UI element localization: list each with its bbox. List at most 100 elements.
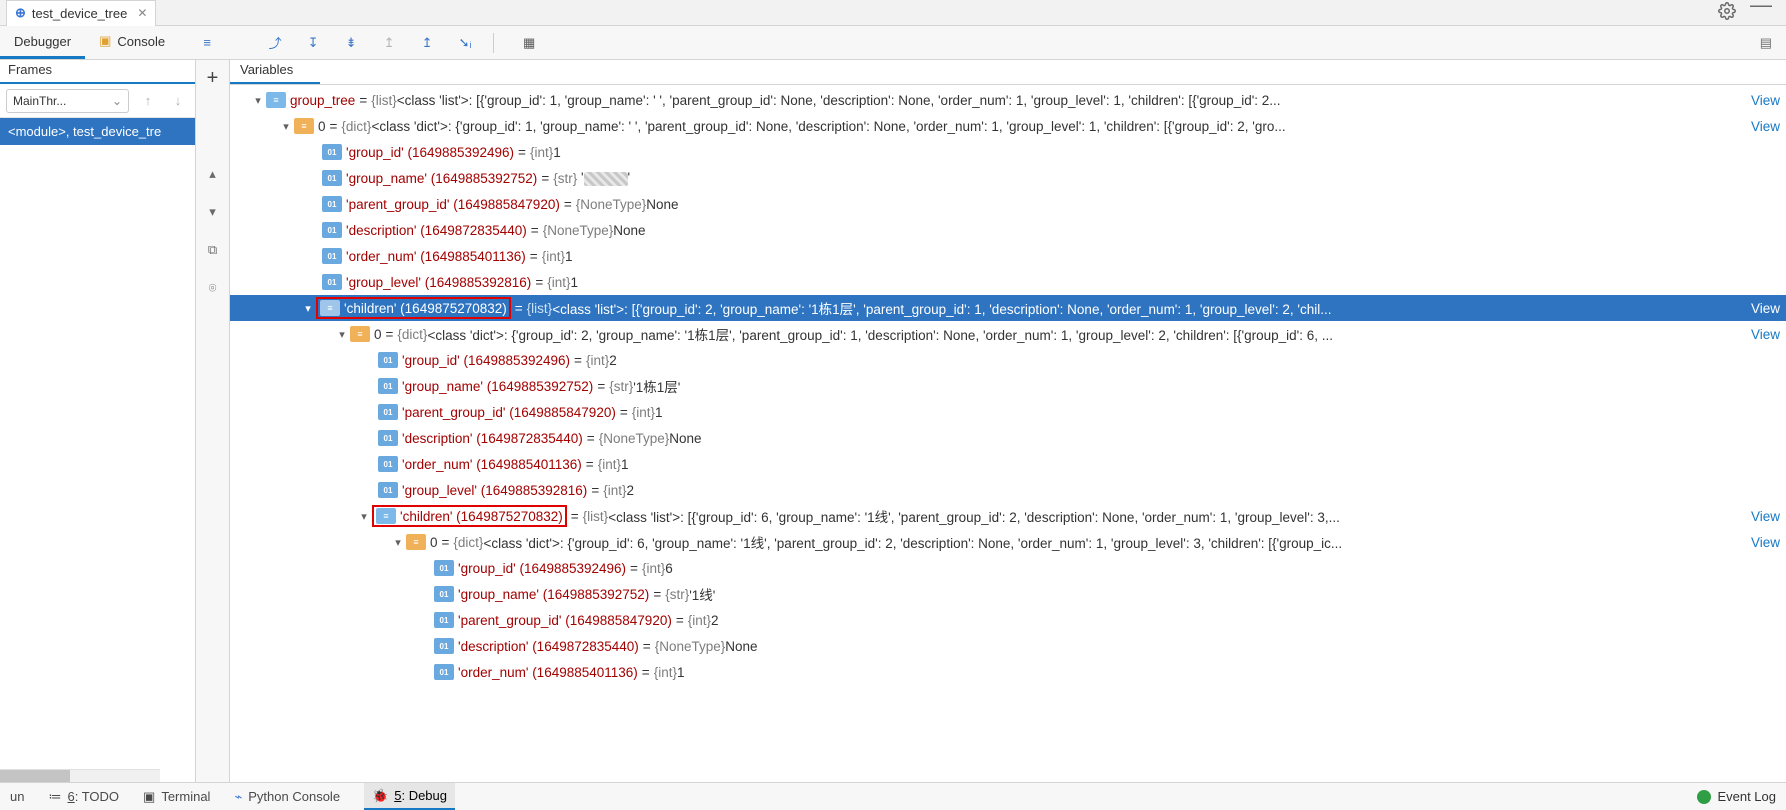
tab-debugger[interactable]: Debugger [0, 26, 85, 59]
view-link[interactable]: View [1751, 535, 1786, 550]
chevron-down-icon[interactable]: ▾ [278, 120, 294, 133]
frame-row[interactable]: <module>, test_device_tre [0, 118, 195, 145]
tab-debugger-label: Debugger [14, 34, 71, 49]
literal-icon: 01 [378, 456, 398, 472]
var-order-num-2[interactable]: 01 'order_num' (1649885401136) = {int} 1 [230, 451, 1786, 477]
view-link[interactable]: View [1751, 119, 1786, 134]
restore-layout-icon[interactable]: ≡ [197, 33, 217, 53]
down-arrow-icon[interactable]: ▾ [203, 202, 223, 222]
step-over-icon[interactable]: ⤴ [265, 33, 285, 53]
event-log-icon [1697, 790, 1711, 804]
var-children-selected[interactable]: ▾ ≡ 'children' (1649875270832) = {list} … [230, 295, 1786, 321]
force-step-into-icon[interactable]: ⇟ [341, 33, 361, 53]
step-out-disabled-icon: ↥ [379, 33, 399, 53]
thread-selector[interactable]: MainThr... ⌄ [6, 89, 129, 113]
editor-tabbar: ⊕ test_device_tree ✕ — [0, 0, 1786, 26]
var-group-id-3[interactable]: 01 'group_id' (1649885392496) = {int} 6 [230, 555, 1786, 581]
minimize-icon[interactable]: — [1750, 0, 1772, 21]
var-parent-group-id[interactable]: 01 'parent_group_id' (1649885847920) = {… [230, 191, 1786, 217]
view-link[interactable]: View [1751, 93, 1786, 108]
frame-prev-icon[interactable]: ↑ [137, 90, 159, 112]
var-children-3[interactable]: ▾ ≡ 'children' (1649875270832) = {list} … [230, 503, 1786, 529]
literal-icon: 01 [322, 222, 342, 238]
close-tab-icon[interactable]: ✕ [133, 6, 147, 20]
var-parent-group-id-3[interactable]: 01 'parent_group_id' (1649885847920) = {… [230, 607, 1786, 633]
add-watch-icon[interactable]: + [203, 68, 223, 88]
literal-icon: 01 [434, 638, 454, 654]
event-log[interactable]: Event Log [1697, 789, 1776, 804]
chevron-down-icon[interactable]: ▾ [356, 510, 372, 523]
chevron-down-icon: ⌄ [112, 94, 122, 108]
var-description[interactable]: 01 'description' (1649872835440) = {None… [230, 217, 1786, 243]
var-group-tree[interactable]: ▾ ≡ group_tree = {list} <class 'list'>: … [230, 87, 1786, 113]
horizontal-scrollbar[interactable] [0, 769, 160, 782]
step-out-icon[interactable]: ↥ [417, 33, 437, 53]
debug-toolbar: Debugger ▣ Console ≡ ⤴ ↧ ⇟ ↥ ↥ ➘ᵢ ▦ ▤ [0, 26, 1786, 60]
var-item-0[interactable]: ▾ ≡ 0 = {dict} <class 'dict'>: {'group_i… [230, 113, 1786, 139]
var-group-id-2[interactable]: 01 'group_id' (1649885392496) = {int} 2 [230, 347, 1786, 373]
step-into-icon[interactable]: ↧ [303, 33, 323, 53]
literal-icon: 01 [322, 274, 342, 290]
var-order-num-3[interactable]: 01 'order_num' (1649885401136) = {int} 1 [230, 659, 1786, 685]
file-tab[interactable]: ⊕ test_device_tree ✕ [6, 0, 156, 26]
literal-icon: 01 [322, 170, 342, 186]
var-group-level-2[interactable]: 01 'group_level' (1649885392816) = {int}… [230, 477, 1786, 503]
up-arrow-icon[interactable]: ▴ [203, 164, 223, 184]
literal-icon: 01 [434, 586, 454, 602]
scrollbar-thumb[interactable] [0, 770, 70, 782]
var-group-name[interactable]: 01 'group_name' (1649885392752) = {str} … [230, 165, 1786, 191]
toolwindow-terminal[interactable]: ▣ Terminal [143, 789, 210, 805]
dict-icon: ≡ [406, 534, 426, 550]
var-description-3[interactable]: 01 'description' (1649872835440) = {None… [230, 633, 1786, 659]
watches-icon[interactable]: ⌾ [203, 278, 223, 298]
var-group-name-2[interactable]: 01 'group_name' (1649885392752) = {str} … [230, 373, 1786, 399]
var-order-num[interactable]: 01 'order_num' (1649885401136) = {int} 1 [230, 243, 1786, 269]
var-group-id[interactable]: 01 'group_id' (1649885392496) = {int} 1 [230, 139, 1786, 165]
layout-settings-icon[interactable]: ▤ [1760, 35, 1786, 51]
list-icon: ≡ [320, 300, 340, 316]
terminal-icon: ▣ [143, 789, 155, 805]
chevron-down-icon[interactable]: ▾ [334, 328, 350, 341]
python-icon: ⌁ [234, 789, 242, 805]
frames-gutter: + ▴ ▾ ⧉ ⌾ [196, 60, 230, 782]
tab-console[interactable]: ▣ Console [85, 26, 179, 59]
file-tab-label: test_device_tree [32, 6, 127, 21]
literal-icon: 01 [378, 430, 398, 446]
censored-value: '' [577, 170, 630, 185]
toolwindow-python-console[interactable]: ⌁ Python Console [234, 789, 340, 805]
chevron-down-icon[interactable]: ▾ [300, 302, 316, 315]
var-group-name-3[interactable]: 01 'group_name' (1649885392752) = {str} … [230, 581, 1786, 607]
view-link[interactable]: View [1751, 301, 1786, 316]
frames-panel: Frames MainThr... ⌄ ↑ ↓ <module>, test_d… [0, 60, 196, 782]
dict-icon: ≡ [294, 118, 314, 134]
var-item-0b[interactable]: ▾ ≡ 0 = {dict} <class 'dict'>: {'group_i… [230, 321, 1786, 347]
literal-icon: 01 [322, 144, 342, 160]
var-parent-group-id-2[interactable]: 01 'parent_group_id' (1649885847920) = {… [230, 399, 1786, 425]
chevron-down-icon[interactable]: ▾ [250, 94, 266, 107]
thread-label: MainThr... [13, 94, 66, 108]
console-icon: ▣ [99, 33, 111, 49]
toolwindow-debug[interactable]: 🐞 5: Debug [364, 783, 455, 810]
literal-icon: 01 [434, 560, 454, 576]
literal-icon: 01 [378, 378, 398, 394]
var-item-0c[interactable]: ▾ ≡ 0 = {dict} <class 'dict'>: {'group_i… [230, 529, 1786, 555]
frame-next-icon[interactable]: ↓ [167, 90, 189, 112]
toolwindow-run[interactable]: un [10, 789, 24, 804]
copy-icon[interactable]: ⧉ [203, 240, 223, 260]
literal-icon: 01 [378, 404, 398, 420]
literal-icon: 01 [322, 248, 342, 264]
var-name: group_tree [290, 93, 355, 108]
gear-icon[interactable] [1718, 2, 1736, 23]
run-to-cursor-icon[interactable]: ➘ᵢ [455, 33, 475, 53]
tab-console-label: Console [117, 34, 165, 49]
var-description-2[interactable]: 01 'description' (1649872835440) = {None… [230, 425, 1786, 451]
var-group-level[interactable]: 01 'group_level' (1649885392816) = {int}… [230, 269, 1786, 295]
variable-tree[interactable]: ▾ ≡ group_tree = {list} <class 'list'>: … [230, 85, 1786, 782]
toolwindow-todo[interactable]: ≔ 6: TODO [48, 789, 119, 805]
evaluate-icon[interactable]: ▦ [519, 33, 539, 53]
view-link[interactable]: View [1751, 509, 1786, 524]
frames-header: Frames [0, 60, 195, 84]
chevron-down-icon[interactable]: ▾ [390, 536, 406, 549]
literal-icon: 01 [378, 482, 398, 498]
view-link[interactable]: View [1751, 327, 1786, 342]
